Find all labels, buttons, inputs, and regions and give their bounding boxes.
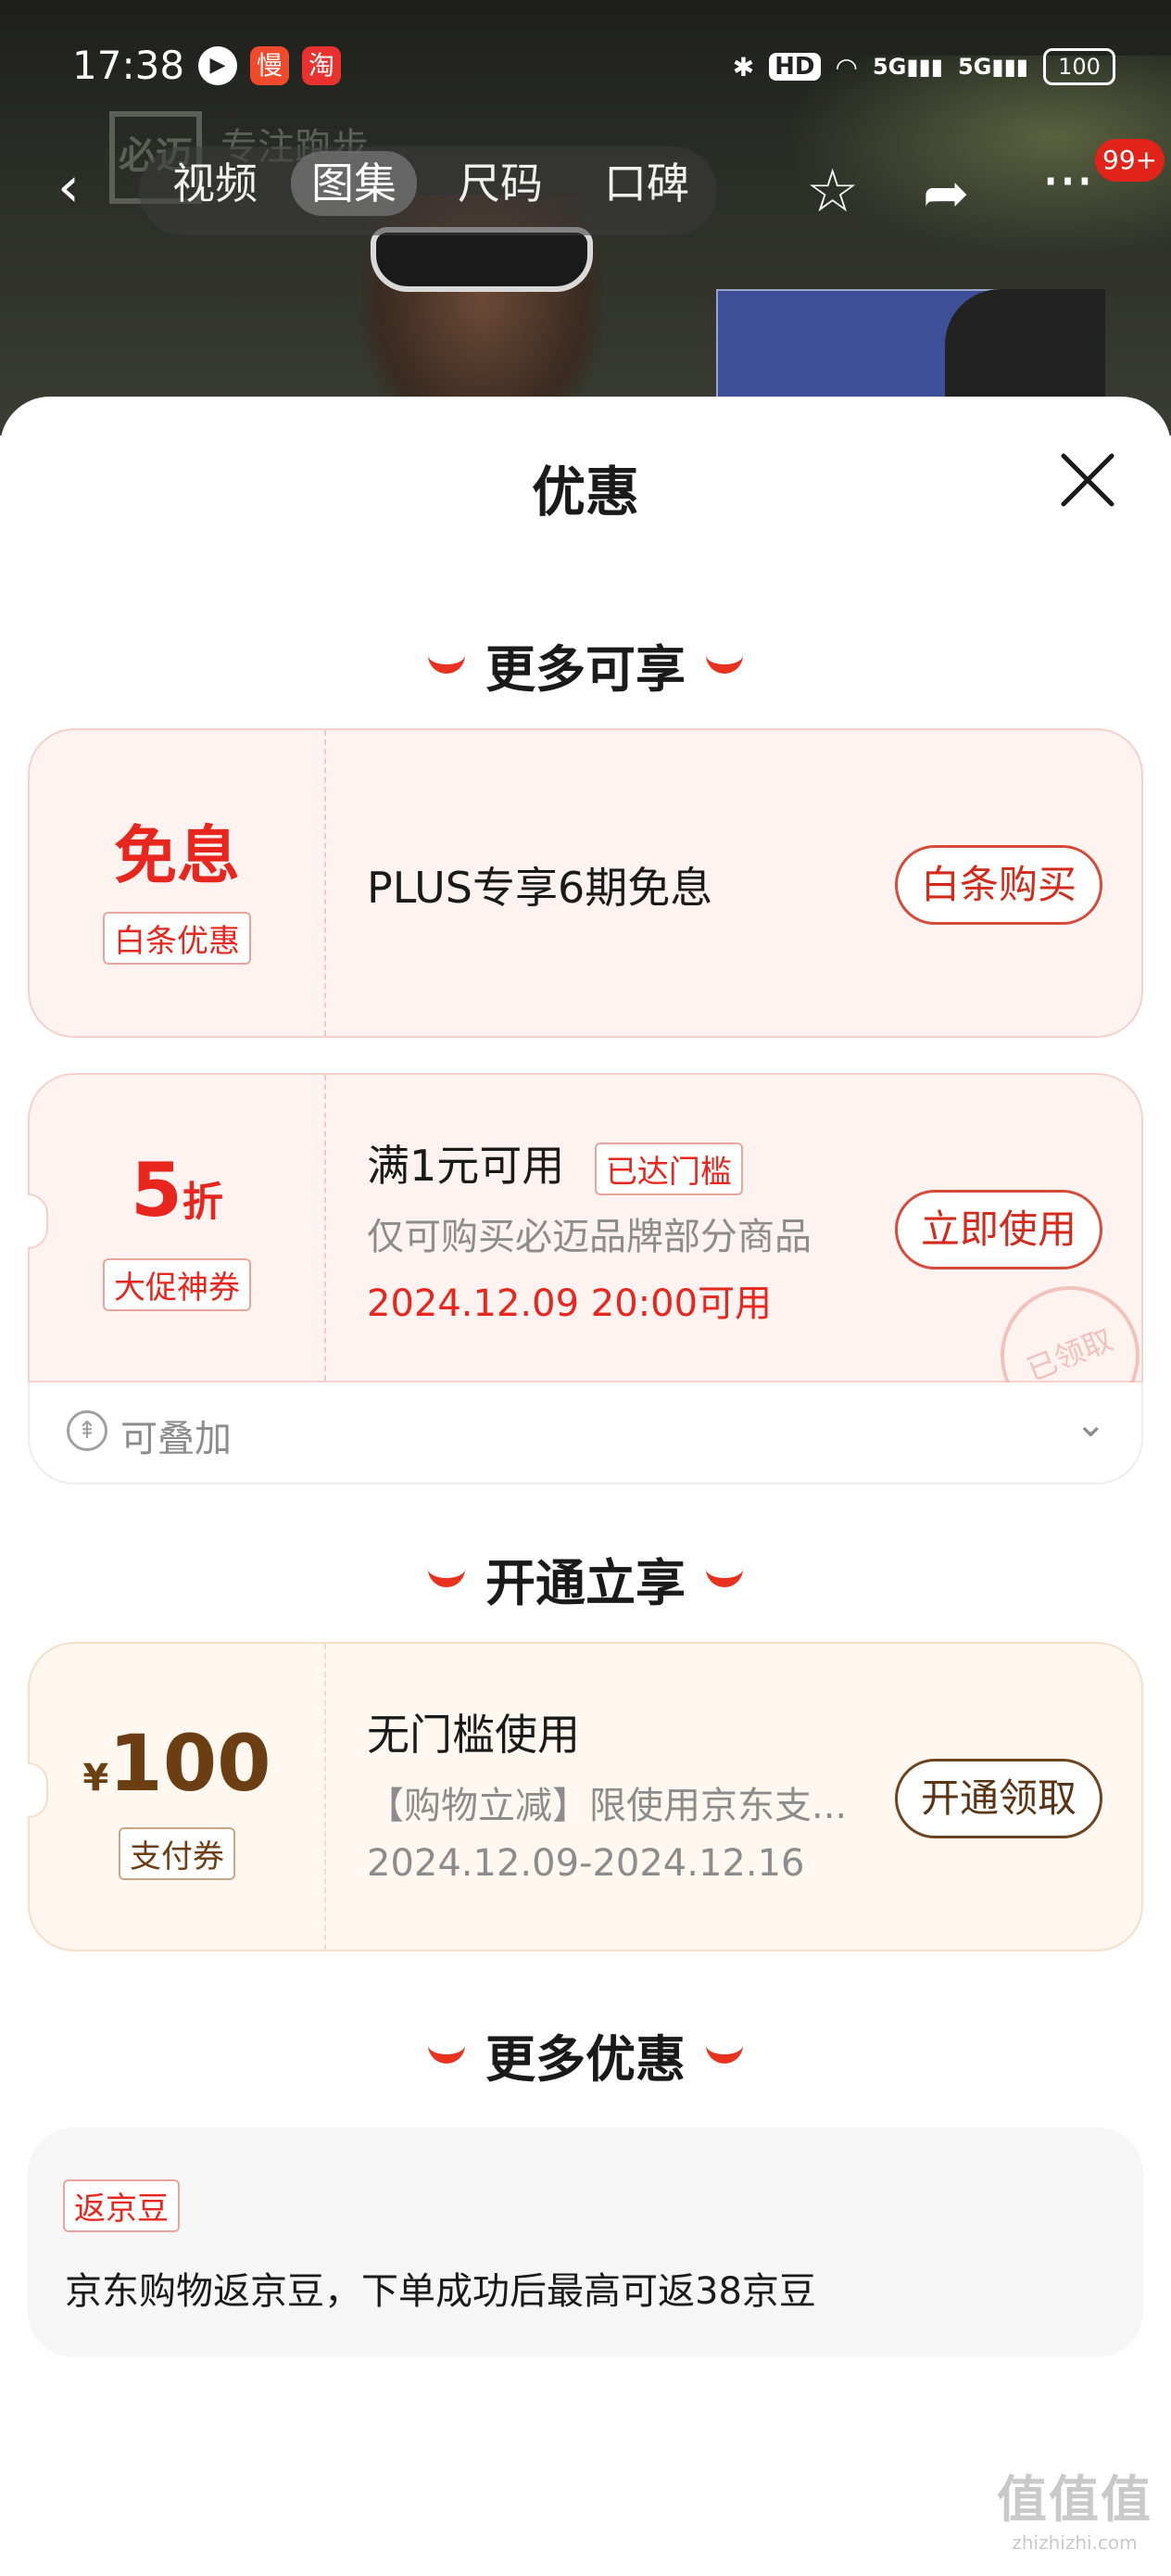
- tag-wrap: 白条优惠: [30, 912, 324, 965]
- dashed-divider: [324, 1644, 326, 1950]
- coupon-condition: 无门槛使用: [367, 1710, 580, 1760]
- baitiao-offer-card: 免息 白条优惠 PLUS专享6期免息 白条购买: [28, 728, 1143, 1038]
- status-indicators: ✱ HD ◠ 5G▮▮▮ 5G▮▮▮ 100: [733, 46, 1115, 87]
- chevron-down-icon[interactable]: ⌄: [1075, 1403, 1106, 1446]
- status-bar: 17:38 ▶ 慢 淘 ✱ HD ◠ 5G▮▮▮ 5G▮▮▮ 100: [0, 33, 1171, 98]
- message-badge: 99+: [1095, 139, 1165, 182]
- section-title-more-offers: 更多优惠: [0, 2018, 1171, 2091]
- battery-icon: 100: [1043, 48, 1115, 85]
- tab-review[interactable]: 口碑: [604, 158, 689, 209]
- payment-coupon-tag: 支付券: [119, 1827, 235, 1880]
- baitiao-tag: 白条优惠: [103, 912, 251, 965]
- threshold-reached-tag: 已达门槛: [594, 1143, 743, 1195]
- interest-free-label: 免息: [113, 820, 240, 893]
- coupon-valid-period: 2024.12.09-2024.12.16: [367, 1842, 805, 1885]
- tag-wrap: 大促神券: [30, 1258, 324, 1311]
- stackable-label: 可叠加: [120, 1418, 232, 1460]
- tag-wrap: 返京豆: [63, 2179, 180, 2232]
- coupon-condition: 满1元可用 已达门槛: [367, 1132, 743, 1195]
- back-icon[interactable]: ‹: [57, 159, 113, 215]
- card-left-panel: ¥100 支付券: [30, 1644, 324, 1950]
- watermark-logo: 值值值: [997, 2470, 1152, 2529]
- dashed-divider: [324, 730, 326, 1036]
- tag-wrap: 支付券: [30, 1827, 324, 1880]
- jingdou-offer-card: 返京豆 京东购物返京豆，下单成功后最高可返38京豆: [28, 2128, 1143, 2357]
- use-now-button[interactable]: 立即使用: [895, 1190, 1102, 1269]
- coupon-condition-text: 满1元可用: [367, 1141, 565, 1191]
- jingdou-tag: 返京豆: [63, 2179, 180, 2232]
- smile-decoration-icon: [428, 2043, 465, 2065]
- discount-coupon-card: 5折 大促神券 满1元可用 已达门槛 仅可购买必迈品牌部分商品 2024.12.…: [28, 1073, 1161, 1446]
- app-taobao-icon: 淘: [302, 46, 341, 85]
- status-time: 17:38: [72, 43, 185, 88]
- discount-unit: 折: [182, 1179, 223, 1226]
- more-icon[interactable]: ···: [1041, 148, 1094, 217]
- section-label: 更多可享: [485, 640, 686, 699]
- watermark-url: zhizhizhi.com: [1012, 2532, 1138, 2554]
- offers-sheet: 优惠 更多可享 免息 白条优惠 PLUS专享6期免息 白条购买 5折 大促神券: [0, 397, 1171, 2576]
- hd-icon: HD: [769, 53, 821, 81]
- smile-decoration-icon: [706, 2043, 743, 2065]
- discount-value: 5: [131, 1147, 183, 1233]
- baitiao-buy-button[interactable]: 白条购买: [895, 845, 1102, 925]
- share-icon[interactable]: ➦: [923, 161, 969, 226]
- smile-decoration-icon: [706, 653, 743, 675]
- card-left-panel: 5折 大促神券: [30, 1075, 324, 1381]
- section-title-open-enjoy: 开通立享: [0, 1542, 1171, 1615]
- amount-wrap: ¥100: [30, 1718, 324, 1809]
- app-man-icon: 慢: [250, 46, 289, 85]
- coupon-scope: 【购物立减】限使用京东支...: [367, 1785, 848, 1827]
- coupon-amount: 100: [108, 1718, 271, 1809]
- coupon-scope: 仅可购买必迈品牌部分商品: [367, 1216, 812, 1258]
- section-label: 更多优惠: [485, 2030, 686, 2089]
- smile-decoration-icon: [706, 1567, 743, 1588]
- tab-video[interactable]: 视频: [172, 158, 258, 209]
- dashed-divider: [324, 1075, 326, 1381]
- bluetooth-icon: ✱: [732, 51, 755, 82]
- sheet-title: 优惠: [531, 461, 639, 524]
- favorite-star-icon[interactable]: ☆: [806, 158, 859, 226]
- watermark: 值值值 zhizhizhi.com: [997, 2458, 1152, 2554]
- tab-size[interactable]: 尺码: [458, 158, 543, 209]
- product-nav: ‹ 视频 图集 尺码 口碑 ☆ ➦ ··· 99+: [0, 139, 1171, 241]
- play-icon: ▶: [198, 46, 237, 85]
- discount-value-wrap: 5折: [30, 1147, 324, 1233]
- card-left-panel: 免息 白条优惠: [30, 730, 324, 1036]
- close-icon[interactable]: [1056, 448, 1119, 511]
- stack-icon: ⇞: [67, 1410, 107, 1451]
- wifi-icon: ◠: [835, 51, 858, 82]
- offer-description: PLUS专享6期免息: [367, 863, 713, 913]
- payment-coupon-card: ¥100 支付券 无门槛使用 【购物立减】限使用京东支... 2024.12.0…: [28, 1642, 1143, 1951]
- currency-symbol: ¥: [82, 1757, 109, 1799]
- smile-decoration-icon: [428, 1567, 465, 1588]
- jingdou-description: 京东购物返京豆，下单成功后最高可返38京豆: [65, 2270, 816, 2313]
- tab-gallery[interactable]: 图集: [291, 151, 417, 216]
- open-claim-button[interactable]: 开通领取: [895, 1759, 1102, 1838]
- section-title-more-available: 更多可享: [0, 628, 1171, 701]
- signal-icon-2: 5G▮▮▮: [957, 54, 1028, 80]
- signal-icon: 5G▮▮▮: [872, 54, 943, 80]
- coupon-valid-time: 2024.12.09 20:00可用: [367, 1282, 773, 1325]
- section-label: 开通立享: [485, 1554, 686, 1612]
- stackable-row[interactable]: ⇞ 可叠加 ⌄: [28, 1383, 1143, 1484]
- promo-coupon-tag: 大促神券: [103, 1258, 251, 1311]
- smile-decoration-icon: [428, 653, 465, 675]
